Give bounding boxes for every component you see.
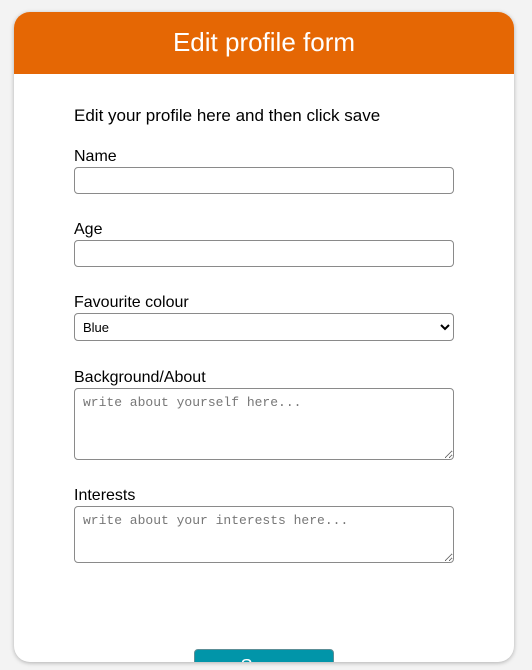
form-title: Edit profile form [172,26,356,57]
interests-label: Interests [74,487,136,504]
background-textarea[interactable] [74,388,454,460]
form-intro: Edit your profile here and then click sa… [74,106,381,125]
form-header: Edit profile form [14,12,514,74]
name-input[interactable] [74,167,454,194]
favourite-colour-select[interactable]: Blue [74,313,454,341]
age-label: Age [74,221,103,238]
interests-textarea[interactable] [74,506,454,563]
background-label: Background/About [74,369,206,386]
save-button[interactable]: Save [194,649,334,662]
profile-form-card: Edit profile form Edit your profile here… [14,12,514,662]
favourite-colour-label: Favourite colour [74,294,189,311]
name-label: Name [74,148,117,165]
age-input[interactable] [74,240,454,267]
